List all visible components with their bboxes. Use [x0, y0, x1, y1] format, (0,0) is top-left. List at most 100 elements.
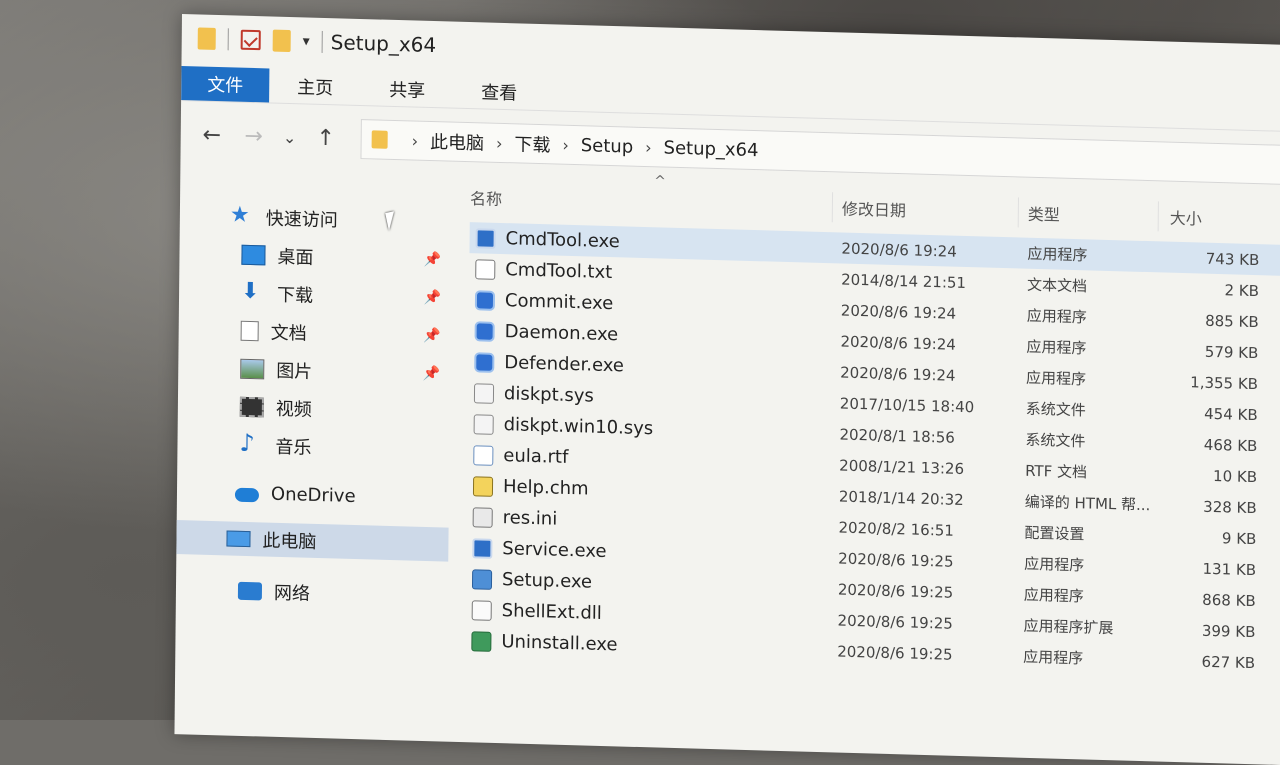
pictures-icon: [240, 358, 265, 380]
file-name-cell[interactable]: Defender.exe: [474, 346, 624, 381]
pin-icon[interactable]: 📌: [423, 328, 441, 344]
file-date: 2020/8/6 19:25: [837, 611, 954, 633]
file-name: eula.rtf: [503, 445, 569, 468]
file-type: RTF 文档: [1025, 461, 1088, 482]
breadcrumb-this-pc[interactable]: 此电脑: [430, 128, 484, 156]
column-header-date[interactable]: 修改日期: [842, 192, 906, 224]
customize-dropdown-icon[interactable]: ▾: [303, 33, 310, 49]
setup-file-icon: [471, 568, 493, 590]
file-name-cell[interactable]: CmdTool.txt: [475, 253, 612, 288]
nav-desktop[interactable]: 桌面 📌: [179, 236, 451, 278]
breadcrumb-separator[interactable]: ›: [562, 135, 569, 154]
pin-icon[interactable]: 📌: [423, 366, 441, 382]
file-size: 131 KB: [1202, 559, 1257, 579]
tab-share[interactable]: 共享: [361, 71, 453, 108]
nav-music[interactable]: 音乐: [177, 426, 449, 468]
file-name: Help.chm: [502, 476, 589, 500]
file-name-cell[interactable]: CmdTool.exe: [475, 222, 620, 257]
pin-icon[interactable]: 📌: [424, 252, 442, 268]
documents-icon: [240, 320, 259, 342]
shield-file-icon: [474, 289, 496, 311]
file-size: 743 KB: [1205, 249, 1260, 269]
nav-documents[interactable]: 文档 📌: [179, 312, 451, 354]
file-date: 2020/8/6 19:25: [838, 549, 954, 571]
file-type: 应用程序: [1026, 306, 1087, 327]
nav-pictures[interactable]: 图片 📌: [178, 350, 450, 392]
nav-network[interactable]: 网络: [176, 572, 448, 614]
tab-view[interactable]: 查看: [453, 74, 545, 111]
exe-file-icon: [472, 537, 493, 559]
tab-home[interactable]: 主页: [269, 68, 361, 105]
file-type: 应用程序: [1027, 244, 1088, 265]
file-type: 应用程序: [1026, 368, 1087, 389]
address-bar[interactable]: › 此电脑 › 下载 › Setup › Setup_x64: [360, 119, 1280, 186]
this-pc-icon: [226, 530, 251, 548]
file-size: 454 KB: [1204, 404, 1258, 424]
file-date: 2020/8/6 19:25: [837, 642, 953, 664]
sort-ascending-icon: ^: [654, 173, 667, 190]
file-name-cell[interactable]: diskpt.sys: [473, 377, 594, 411]
file-type: 系统文件: [1025, 430, 1086, 451]
file-name-cell[interactable]: eula.rtf: [473, 439, 568, 473]
sys-file-icon: [473, 382, 495, 404]
file-name-cell[interactable]: ShellExt.dll: [471, 594, 602, 629]
file-name-cell[interactable]: Commit.exe: [474, 284, 614, 319]
column-divider[interactable]: [1157, 201, 1159, 232]
nav-desktop-label: 桌面: [277, 246, 314, 269]
file-date: 2020/8/6 19:24: [841, 239, 957, 261]
file-name: Commit.exe: [504, 290, 614, 315]
file-name: Defender.exe: [504, 352, 625, 377]
folder-icon[interactable]: [197, 27, 216, 50]
up-button[interactable]: ↑: [305, 125, 347, 151]
file-type: 应用程序扩展: [1023, 616, 1114, 638]
file-name-cell[interactable]: Service.exe: [472, 532, 607, 567]
tab-file[interactable]: 文件: [181, 66, 270, 103]
shield-file-icon: [474, 320, 495, 342]
file-name-cell[interactable]: Daemon.exe: [474, 315, 618, 350]
file-date: 2008/1/21 13:26: [839, 456, 965, 478]
forward-button[interactable]: →: [233, 123, 275, 149]
new-folder-icon[interactable]: [272, 29, 291, 53]
file-size: 9 KB: [1221, 528, 1257, 548]
file-date: 2020/8/1 18:56: [839, 425, 955, 447]
sys-file-icon: [473, 413, 494, 435]
file-name: diskpt.win10.sys: [503, 414, 654, 440]
file-name-cell[interactable]: diskpt.win10.sys: [473, 408, 654, 444]
pin-icon[interactable]: 📌: [423, 290, 441, 306]
file-name-cell[interactable]: Setup.exe: [471, 563, 593, 597]
exe-file-icon: [475, 227, 496, 249]
file-name: Setup.exe: [501, 569, 593, 593]
properties-check-icon[interactable]: [240, 29, 261, 51]
file-size: 885 KB: [1205, 311, 1259, 331]
column-divider[interactable]: [831, 192, 834, 223]
music-icon: [239, 435, 263, 456]
file-type: 文本文档: [1026, 275, 1088, 296]
file-name-cell[interactable]: res.ini: [472, 501, 558, 534]
toolbar-divider: [227, 28, 229, 51]
recent-locations-button[interactable]: ⌄: [275, 127, 305, 147]
breadcrumb-downloads[interactable]: 下载: [514, 130, 550, 157]
nav-videos[interactable]: 视频: [178, 388, 450, 430]
back-button[interactable]: ←: [191, 122, 233, 148]
breadcrumb-separator[interactable]: ›: [645, 137, 652, 156]
breadcrumb-setup[interactable]: Setup: [581, 135, 634, 157]
file-name-cell[interactable]: Uninstall.exe: [471, 625, 618, 660]
column-header-size[interactable]: 大小: [1170, 202, 1202, 233]
column-divider[interactable]: [1017, 197, 1019, 228]
nav-documents-label: 文档: [270, 322, 307, 345]
nav-this-pc[interactable]: 此电脑: [176, 520, 449, 562]
breadcrumb-setup-x64[interactable]: Setup_x64: [663, 137, 758, 161]
column-header-type[interactable]: 类型: [1028, 198, 1060, 229]
nav-quick-access[interactable]: 快速访问: [180, 198, 452, 240]
file-type: 应用程序: [1026, 337, 1087, 358]
column-header-name[interactable]: 名称: [470, 182, 502, 213]
breadcrumb-separator[interactable]: ›: [496, 133, 503, 152]
shield-file-icon: [474, 351, 495, 373]
nav-downloads[interactable]: 下载 📌: [179, 274, 451, 316]
file-name-cell[interactable]: Help.chm: [472, 470, 589, 504]
nav-onedrive[interactable]: OneDrive: [177, 474, 449, 516]
file-type: 应用程序: [1023, 585, 1084, 606]
file-size: 10 KB: [1212, 466, 1258, 486]
file-date: 2020/8/6 19:24: [840, 332, 956, 354]
onedrive-cloud-icon: [234, 487, 260, 503]
